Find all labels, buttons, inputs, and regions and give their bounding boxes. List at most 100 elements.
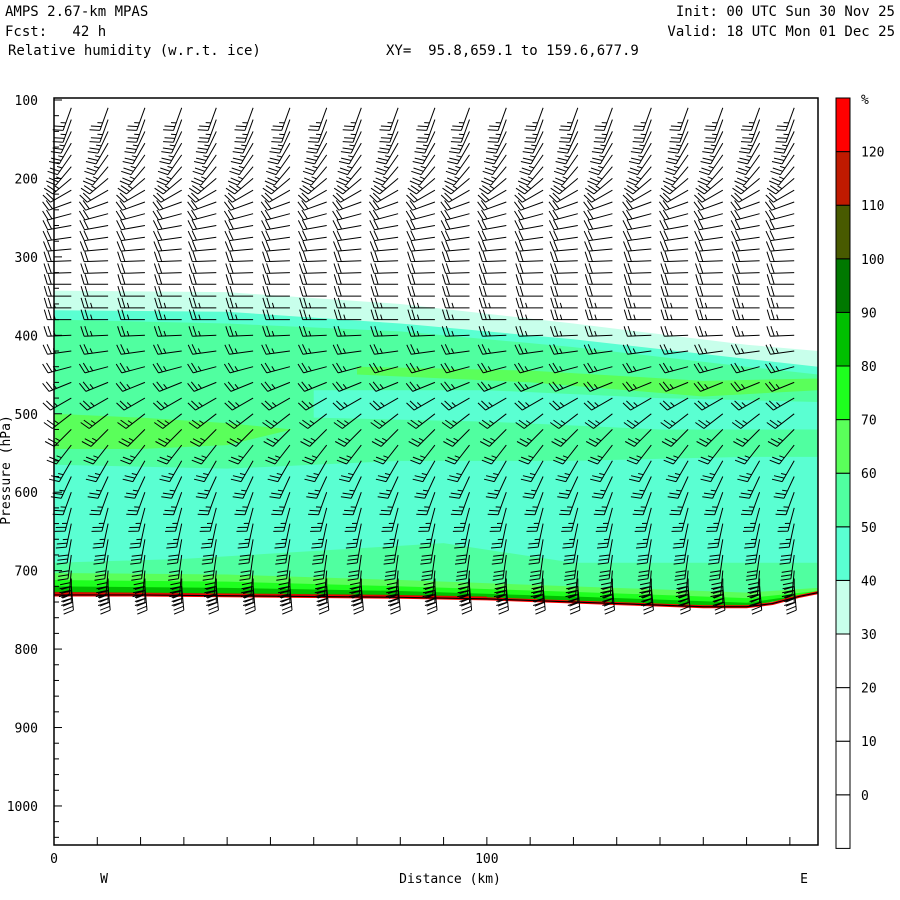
wind-barb: [623, 297, 652, 309]
wind-barb-stroke: [338, 142, 362, 165]
wind-barb-stroke: [297, 209, 327, 221]
wind-barb: [662, 166, 689, 186]
wind-barb-stroke: [515, 274, 544, 285]
wind-barb-stroke: [48, 142, 72, 165]
wind-barb-stroke: [369, 189, 399, 203]
wind-barb-stroke: [590, 142, 613, 165]
wind-barb-stroke: [224, 219, 254, 231]
wind-barb-stroke: [407, 285, 435, 297]
wind-barb-stroke: [623, 240, 652, 252]
wind-barb: [297, 209, 327, 221]
wind-barb: [332, 200, 362, 211]
wind-barb-stroke: [333, 263, 362, 274]
wind-barb-stroke: [622, 189, 652, 203]
wind-barb: [481, 166, 507, 186]
wind-barb-stroke: [695, 274, 723, 285]
wind-barb: [765, 189, 795, 203]
wind-barb-stroke: [336, 166, 362, 186]
wind-barb-stroke: [333, 274, 362, 285]
wind-barb-stroke: [623, 297, 652, 309]
y-tick-label: 900: [15, 722, 38, 737]
wind-barb-stroke: [478, 274, 507, 285]
wind-barb: [584, 240, 613, 252]
wind-barb: [85, 142, 109, 165]
colorbar-swatch: [835, 365, 851, 421]
wind-barb: [260, 209, 291, 221]
wind-barb-stroke: [369, 219, 399, 231]
wind-barb: [43, 178, 72, 195]
wind-barb-stroke: [85, 142, 109, 165]
wind-barb: [152, 189, 182, 203]
wind-barb: [622, 219, 652, 231]
wind-barb: [659, 219, 689, 231]
wind-barb-stroke: [555, 142, 579, 165]
colorbar-label: 120: [861, 146, 884, 161]
wind-barb: [375, 142, 399, 165]
wind-barb: [766, 274, 795, 285]
wind-barb: [515, 285, 544, 297]
wind-barb-stroke: [442, 274, 470, 285]
wind-barb-stroke: [693, 219, 723, 231]
wind-barb-stroke: [261, 230, 290, 242]
wind-barb-stroke: [765, 189, 795, 203]
wind-barb: [695, 325, 723, 337]
wind-barb-stroke: [80, 263, 109, 274]
wind-barb-stroke: [298, 251, 327, 263]
wind-barb-stroke: [43, 274, 72, 285]
wind-barb-stroke: [550, 297, 578, 309]
wind-barb: [441, 251, 470, 263]
wind-barb: [623, 240, 652, 252]
wind-barb: [622, 189, 652, 203]
wind-barb-stroke: [623, 251, 652, 263]
wind-barb-stroke: [79, 189, 109, 203]
wind-barb-stroke: [766, 274, 795, 285]
wind-barb-stroke: [188, 274, 217, 285]
wind-barb-stroke: [370, 274, 399, 285]
wind-barb: [407, 178, 436, 195]
wind-barb: [187, 209, 217, 221]
wind-barb: [584, 274, 613, 285]
wind-barb: [117, 263, 145, 274]
wind-barb-stroke: [332, 200, 362, 211]
wind-barb-stroke: [230, 142, 254, 165]
wind-barb: [442, 178, 470, 195]
wind-barb-stroke: [695, 263, 723, 274]
wind-barb: [584, 297, 613, 309]
wind-barb-stroke: [260, 209, 291, 221]
wind-barb: [622, 200, 652, 211]
wind-barb: [298, 251, 327, 263]
wind-barb: [333, 263, 362, 274]
wind-barb-stroke: [117, 251, 145, 263]
wind-barb-stroke: [514, 209, 544, 221]
wind-barb-stroke: [764, 200, 795, 211]
colorbar-label: 100: [861, 253, 884, 268]
wind-barb: [152, 219, 182, 231]
wind-barb: [477, 209, 507, 221]
wind-barb: [187, 189, 217, 203]
wind-barb-stroke: [299, 274, 327, 285]
wind-barb: [79, 230, 109, 242]
wind-barb: [765, 209, 795, 221]
wind-barb-stroke: [116, 219, 145, 231]
wind-barb: [440, 230, 470, 242]
wind-barb: [369, 189, 399, 203]
colorbar-swatch: [835, 204, 851, 260]
wind-barb: [583, 219, 613, 231]
wind-barb: [515, 297, 544, 309]
wind-barb: [227, 166, 254, 186]
wind-barb: [732, 285, 760, 297]
wind-barb: [262, 178, 291, 195]
wind-barb-stroke: [43, 178, 72, 195]
wind-barb: [338, 142, 362, 165]
wind-barb: [224, 189, 254, 203]
wind-barb-stroke: [732, 309, 760, 321]
wind-barb: [550, 309, 578, 321]
wind-barb: [730, 230, 760, 242]
wind-barb-stroke: [731, 251, 760, 263]
wind-barb: [442, 297, 470, 309]
colorbar-swatch: [835, 151, 851, 206]
wind-barb-stroke: [622, 219, 652, 231]
wind-barb: [695, 274, 723, 285]
wind-barb-stroke: [80, 274, 109, 285]
wind-barb-stroke: [267, 142, 291, 165]
